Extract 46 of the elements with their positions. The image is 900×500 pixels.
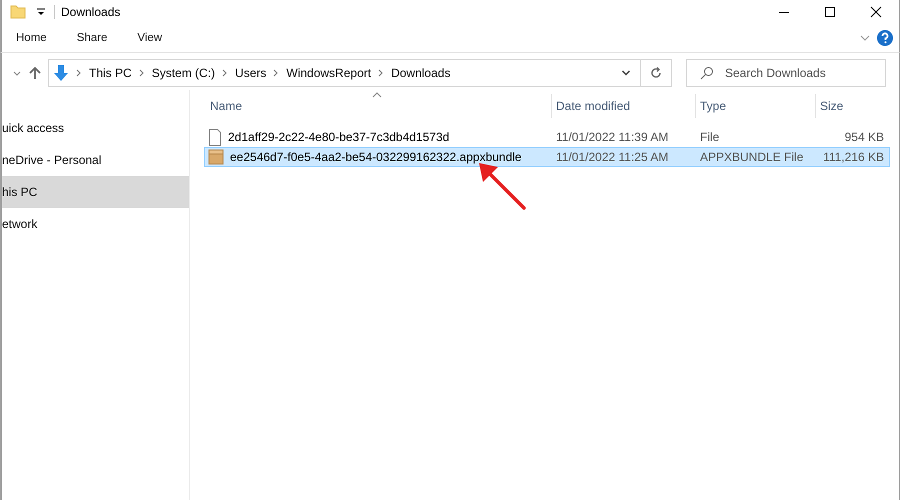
nav-item[interactable]: his PC: [2, 176, 189, 208]
column-header[interactable]: Size: [816, 94, 886, 118]
size-cell-text: 954 KB: [844, 130, 884, 144]
date-cell-text: 11/01/2022 11:39 AM: [555, 130, 670, 144]
ribbon-tab[interactable]: View: [122, 28, 178, 48]
package-icon: [208, 149, 224, 165]
column-header[interactable]: Name: [206, 94, 552, 118]
chevron-right-icon: [138, 69, 145, 77]
search-icon: [700, 66, 714, 80]
search-field[interactable]: Search Downloads: [686, 59, 886, 87]
chevron-right-icon: [76, 69, 82, 77]
chevron-right-icon: [273, 69, 280, 77]
size-cell-text: 111,216 KB: [822, 150, 884, 164]
breadcrumb[interactable]: Users: [235, 66, 266, 80]
ribbon-tab[interactable]: Share: [62, 28, 122, 48]
breadcrumb[interactable]: This PC: [89, 66, 132, 80]
dropdown-icon[interactable]: [36, 7, 46, 17]
document-icon: [208, 128, 222, 146]
chevron-right-icon: [378, 69, 384, 77]
breadcrumb[interactable]: Downloads: [391, 66, 450, 80]
breadcrumb[interactable]: System (C:): [152, 66, 216, 80]
nav-item[interactable]: uick access: [2, 112, 189, 144]
chevron-right-icon: [222, 69, 228, 77]
help-icon[interactable]: [877, 30, 893, 46]
sort-ascending-icon: [372, 92, 382, 98]
download-arrow-icon: [53, 64, 69, 82]
date-cell-text: 11/01/2022 11:25 AM: [555, 150, 670, 164]
folder-icon: [10, 5, 26, 19]
file-row[interactable]: ee2546d7-f0e5-4aa2-be54-032299162322.appxbundle 11/01/2022 11:25 AM APPXBUNDLE File 111,216 KB: [204, 147, 890, 167]
up-arrow-icon[interactable]: [28, 66, 42, 80]
nav-item[interactable]: neDrive - Personal: [2, 144, 189, 176]
file-row[interactable]: 2d1aff29-2c22-4e80-be37-7c3db4d1573d 11/01/2022 11:39 AM File 954 KB: [204, 127, 890, 147]
type-cell-text: File: [699, 130, 720, 144]
address-bar[interactable]: This PC System (C:) Users WindowsReport Downloads: [48, 59, 672, 87]
window-title: Downloads: [54, 5, 120, 19]
chevron-down-icon[interactable]: [621, 69, 631, 77]
nav-item[interactable]: etwork: [2, 208, 189, 240]
ribbon-tab[interactable]: Home: [2, 28, 62, 48]
breadcrumb[interactable]: WindowsReport: [286, 66, 372, 80]
annotation-arrow: [478, 162, 528, 212]
column-header[interactable]: Date modified: [552, 94, 696, 118]
column-header[interactable]: Type: [696, 94, 816, 118]
file-name: ee2546d7-f0e5-4aa2-be54-032299162322.appxbundle: [230, 150, 522, 164]
refresh-icon[interactable]: [649, 66, 663, 80]
type-cell-text: APPXBUNDLE File: [699, 150, 804, 164]
file-name: 2d1aff29-2c22-4e80-be37-7c3db4d1573d: [228, 130, 450, 144]
